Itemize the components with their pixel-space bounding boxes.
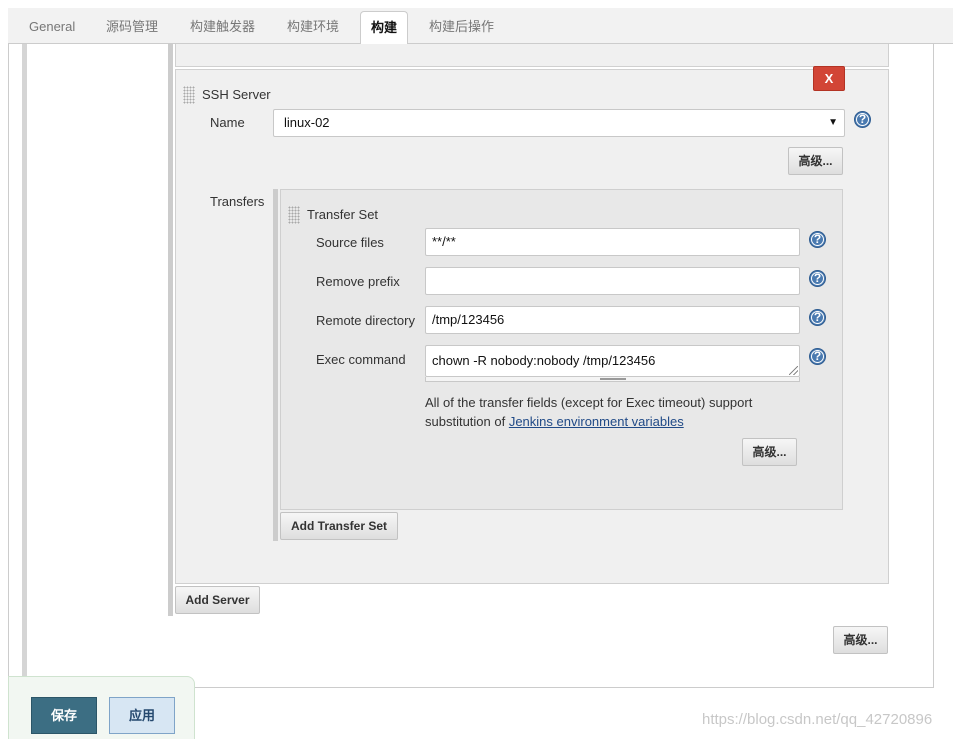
save-button[interactable]: 保存 bbox=[31, 697, 97, 734]
previous-panel bbox=[175, 44, 889, 67]
source-files-input[interactable]: **/** bbox=[425, 228, 800, 256]
add-server-button[interactable]: Add Server bbox=[175, 586, 260, 614]
help-icon[interactable]: ? bbox=[809, 309, 826, 326]
jenkins-env-vars-link[interactable]: Jenkins environment variables bbox=[509, 414, 684, 429]
exec-command-textarea[interactable]: chown -R nobody:nobody /tmp/123456 bbox=[425, 345, 800, 377]
publish-over-ssh-rail bbox=[168, 44, 173, 616]
drag-handle-icon[interactable] bbox=[183, 86, 195, 104]
transfers-rail bbox=[273, 189, 278, 541]
server-name-select[interactable]: linux-02 ▼ bbox=[273, 109, 845, 137]
transfers-label: Transfers bbox=[210, 194, 265, 209]
help-icon[interactable]: ? bbox=[854, 111, 871, 128]
tab-post-build-actions[interactable]: 构建后操作 bbox=[421, 8, 502, 44]
tab-general[interactable]: General bbox=[21, 8, 83, 44]
grip-icon bbox=[600, 378, 626, 380]
tab-build-triggers[interactable]: 构建触发器 bbox=[182, 8, 263, 44]
config-tab-bar: General 源码管理 构建触发器 构建环境 构建 构建后操作 bbox=[8, 8, 953, 45]
remote-directory-label: Remote directory bbox=[316, 313, 415, 328]
server-name-value: linux-02 bbox=[284, 115, 330, 130]
help-icon[interactable]: ? bbox=[809, 270, 826, 287]
chevron-down-icon: ▼ bbox=[828, 117, 838, 128]
help-icon[interactable]: ? bbox=[809, 231, 826, 248]
add-transfer-set-button[interactable]: Add Transfer Set bbox=[280, 512, 398, 540]
remove-prefix-input[interactable] bbox=[425, 267, 800, 295]
ssh-server-title: SSH Server bbox=[202, 87, 271, 102]
server-advanced-button[interactable]: 高级... bbox=[788, 147, 843, 175]
tab-source-code-management[interactable]: 源码管理 bbox=[98, 8, 166, 44]
exec-command-label: Exec command bbox=[316, 352, 406, 367]
watermark-text: https://blog.csdn.net/qq_42720896 bbox=[702, 711, 933, 728]
transfer-advanced-button[interactable]: 高级... bbox=[742, 438, 797, 466]
tab-build[interactable]: 构建 bbox=[360, 11, 408, 45]
transfer-set-title: Transfer Set bbox=[307, 207, 379, 222]
source-files-label: Source files bbox=[316, 235, 384, 250]
textarea-expand-bar[interactable] bbox=[425, 377, 800, 382]
name-label: Name bbox=[210, 115, 245, 130]
remote-directory-input[interactable]: /tmp/123456 bbox=[425, 306, 800, 334]
apply-button[interactable]: 应用 bbox=[109, 697, 175, 734]
drag-handle-icon[interactable] bbox=[288, 206, 300, 224]
section-left-rail bbox=[22, 44, 27, 688]
help-icon[interactable]: ? bbox=[809, 348, 826, 365]
build-advanced-button[interactable]: 高级... bbox=[833, 626, 888, 654]
substitution-note: All of the transfer fields (except for E… bbox=[425, 393, 785, 431]
resize-handle-icon[interactable] bbox=[789, 366, 798, 375]
delete-server-button[interactable]: X bbox=[813, 66, 845, 91]
tab-build-environment[interactable]: 构建环境 bbox=[279, 8, 347, 44]
exec-command-value: chown -R nobody:nobody /tmp/123456 bbox=[432, 353, 656, 368]
remove-prefix-label: Remove prefix bbox=[316, 274, 400, 289]
